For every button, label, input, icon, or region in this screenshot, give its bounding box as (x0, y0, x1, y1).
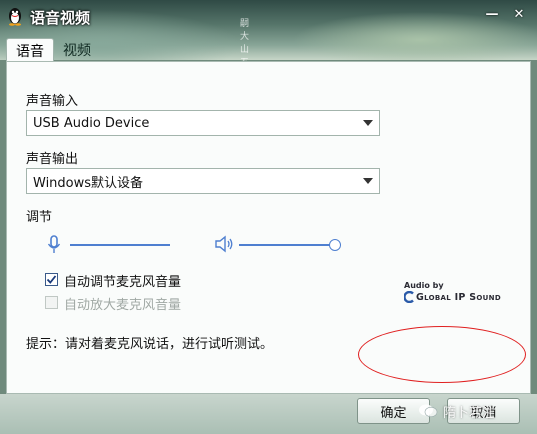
tab-bar: 语音 视频 (6, 38, 100, 62)
output-device-select[interactable]: Windows默认设备 (26, 168, 380, 194)
amplify-mic-label: 自动放大麦克风音量 (64, 298, 182, 313)
chat-bubble-icon (419, 404, 438, 418)
adjust-label: 调节 (26, 210, 53, 225)
auto-mic-label[interactable]: 自动调节麦克风音量 (64, 271, 181, 290)
hint-text: 提示：请对着麦克风说话，进行试听测试。 (26, 337, 274, 352)
input-device-value: USB Audio Device (33, 115, 150, 131)
speaker-volume-thumb[interactable] (329, 239, 341, 251)
window-title: 语音视频 (30, 9, 91, 27)
speaker-volume-slider[interactable] (239, 244, 334, 246)
auto-mic-checkbox[interactable] (45, 273, 58, 286)
mic-volume-slider[interactable] (70, 244, 170, 246)
microphone-icon[interactable] (47, 235, 61, 255)
chevron-down-icon[interactable] (357, 178, 379, 184)
watermark-text: 隋卜若注 (443, 405, 496, 421)
output-device-value: Windows默认设备 (33, 175, 144, 191)
chevron-down-icon[interactable] (357, 120, 379, 126)
input-device-label: 声音输入 (26, 94, 79, 109)
gips-mark-icon (404, 291, 414, 303)
ok-button-label: 确定 (380, 405, 407, 421)
minimize-button[interactable]: — (481, 4, 503, 24)
checkmark-icon (46, 275, 57, 284)
close-icon: ✕ (513, 6, 525, 22)
tab-video[interactable]: 视频 (54, 38, 100, 62)
speaker-icon[interactable] (214, 235, 234, 253)
minimize-icon: — (485, 6, 499, 22)
tab-video-label: 视频 (63, 43, 91, 59)
tab-voice-label: 语音 (16, 43, 44, 60)
annotation-ellipse (358, 326, 526, 383)
gips-brand-text: Global IP Sound (416, 292, 501, 303)
tab-voice[interactable]: 语音 (6, 38, 54, 62)
input-device-select[interactable]: USB Audio Device (26, 110, 380, 136)
watermark: 隋卜若注 (418, 398, 495, 424)
output-device-label: 声音输出 (26, 152, 79, 167)
qq-penguin-icon (9, 8, 21, 26)
amplify-mic-checkbox[interactable] (45, 296, 58, 309)
audio-by-text: Audio by (404, 281, 444, 290)
gips-logo: Audio by Global IP Sound (404, 281, 501, 311)
close-button[interactable]: ✕ (508, 4, 530, 24)
title-bar[interactable]: 语音视频 嗣大山五鼎 — ✕ (0, 0, 537, 81)
